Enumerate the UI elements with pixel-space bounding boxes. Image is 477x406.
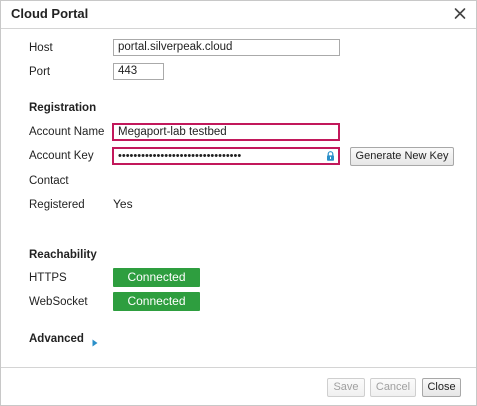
registered-value: Yes	[113, 197, 133, 211]
websocket-status-badge: Connected	[113, 292, 200, 311]
https-label: HTTPS	[29, 272, 67, 284]
host-input[interactable]: portal.silverpeak.cloud	[113, 39, 340, 56]
account-name-input[interactable]: Megaport-lab testbed	[112, 123, 340, 141]
account-key-input[interactable]: ••••••••••••••••••••••••••••••••	[112, 147, 340, 165]
websocket-label: WebSocket	[29, 296, 88, 308]
generate-new-key-button[interactable]: Generate New Key	[350, 147, 454, 166]
save-button[interactable]: Save	[327, 378, 365, 397]
dialog-title: Cloud Portal	[11, 6, 89, 21]
advanced-toggle[interactable]: Advanced	[29, 333, 84, 345]
account-key-value: ••••••••••••••••••••••••••••••••	[118, 150, 242, 162]
https-status-badge: Connected	[113, 268, 200, 287]
reachability-heading: Reachability	[29, 249, 97, 261]
account-key-label: Account Key	[29, 150, 94, 162]
cloud-portal-dialog: Cloud Portal Host portal.silverpeak.clou…	[0, 0, 477, 406]
dialog-titlebar: Cloud Portal	[1, 1, 476, 29]
account-name-label: Account Name	[29, 126, 105, 138]
port-label: Port	[29, 66, 51, 78]
footer-divider	[1, 367, 476, 368]
registration-heading: Registration	[29, 102, 97, 114]
lock-icon	[326, 151, 335, 163]
close-icon[interactable]	[452, 4, 468, 22]
registered-label: Registered	[29, 199, 85, 211]
host-label: Host	[29, 42, 53, 54]
caret-right-icon[interactable]	[92, 336, 98, 350]
port-input[interactable]: 443	[113, 63, 164, 80]
close-button[interactable]: Close	[422, 378, 461, 397]
contact-label: Contact	[29, 175, 69, 187]
cancel-button[interactable]: Cancel	[370, 378, 416, 397]
